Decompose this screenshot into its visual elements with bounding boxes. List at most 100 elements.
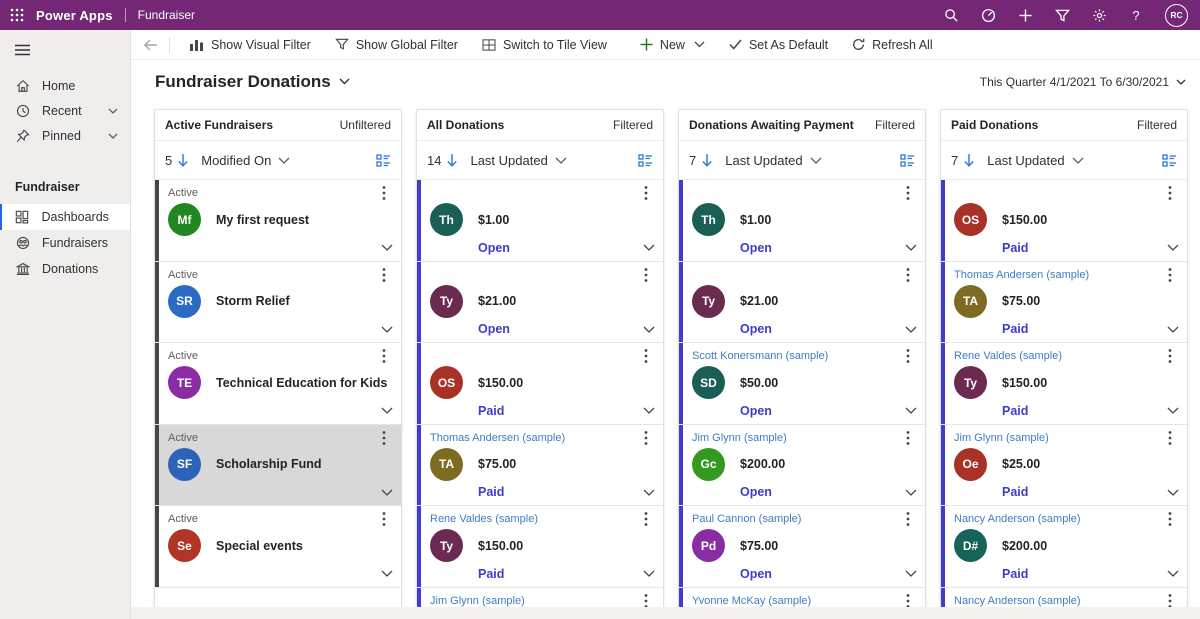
payment-status-link[interactable]: Paid (478, 404, 504, 418)
payment-status-link[interactable]: Open (478, 322, 510, 336)
card-view-selector-icon[interactable] (900, 154, 915, 167)
payment-status-link[interactable]: Open (740, 241, 772, 255)
chevron-down-icon[interactable] (381, 570, 393, 577)
payment-status-link[interactable]: Open (740, 322, 772, 336)
chevron-down-icon[interactable] (810, 157, 822, 164)
card[interactable]: Thomas Andersen (sample)TA$75.00Paid (941, 262, 1187, 344)
sort-field-selector[interactable]: Last Updated (987, 153, 1064, 168)
donor-name-link[interactable]: Thomas Andersen (sample) (954, 269, 1089, 281)
chevron-down-icon[interactable] (1072, 157, 1084, 164)
kebab-menu-icon[interactable] (635, 184, 657, 202)
donor-name-link[interactable]: Jim Glynn (sample) (430, 595, 525, 607)
donor-name-link[interactable]: Scott Konersmann (sample) (692, 350, 828, 362)
settings-gear-icon[interactable] (1091, 7, 1107, 23)
chevron-down-icon[interactable] (694, 41, 705, 48)
kebab-menu-icon[interactable] (635, 347, 657, 365)
chevron-down-icon[interactable] (1167, 244, 1179, 251)
switch-to-tile-view-button[interactable]: Switch to Tile View (470, 30, 628, 59)
kebab-menu-icon[interactable] (897, 266, 919, 284)
payment-status-link[interactable]: Paid (478, 485, 504, 499)
card[interactable]: ActiveMfMy first request (155, 180, 401, 262)
kebab-menu-icon[interactable] (1159, 429, 1181, 447)
kebab-menu-icon[interactable] (897, 510, 919, 528)
kebab-menu-icon[interactable] (635, 266, 657, 284)
kebab-menu-icon[interactable] (373, 184, 395, 202)
chevron-down-icon[interactable] (1167, 326, 1179, 333)
new-button[interactable]: New (628, 30, 717, 59)
sidebar-item-donations[interactable]: Donations (0, 256, 130, 282)
panel-filter-state[interactable]: Filtered (1137, 118, 1177, 132)
set-as-default-button[interactable]: Set As Default (717, 30, 840, 59)
card[interactable]: Paul Cannon (sample)Pd$75.00Open (679, 506, 925, 588)
card[interactable]: ActiveSRStorm Relief (155, 262, 401, 344)
page-title[interactable]: Fundraiser Donations (155, 72, 350, 92)
chevron-down-icon[interactable] (643, 570, 655, 577)
panel-filter-state[interactable]: Unfiltered (340, 118, 391, 132)
chevron-down-icon[interactable] (108, 108, 118, 114)
sidebar-item-dashboards[interactable]: Dashboards (0, 204, 130, 230)
sidebar-item-fundraisers[interactable]: Fundraisers (0, 230, 130, 256)
kebab-menu-icon[interactable] (897, 347, 919, 365)
sort-direction-icon[interactable] (177, 153, 189, 167)
card[interactable]: Nancy Anderson (sample) (941, 588, 1187, 608)
sidebar-item-pinned[interactable]: Pinned (0, 123, 130, 148)
payment-status-link[interactable]: Paid (1002, 241, 1028, 255)
payment-status-link[interactable]: Paid (1002, 485, 1028, 499)
card[interactable]: Ty$21.00Open (679, 262, 925, 344)
sidebar-item-recent[interactable]: Recent (0, 98, 130, 123)
time-range-selector[interactable]: This Quarter 4/1/2021 To 6/30/2021 (980, 75, 1186, 89)
kebab-menu-icon[interactable] (897, 592, 919, 608)
sort-field-selector[interactable]: Last Updated (725, 153, 802, 168)
user-avatar[interactable]: RC (1165, 4, 1188, 27)
brand-logo-text[interactable]: Power Apps (36, 8, 113, 23)
chevron-down-icon[interactable] (905, 407, 917, 414)
sort-field-selector[interactable]: Modified On (201, 153, 271, 168)
card-view-selector-icon[interactable] (376, 154, 391, 167)
show-global-filter-button[interactable]: Show Global Filter (323, 30, 470, 59)
show-visual-filter-button[interactable]: Show Visual Filter (178, 30, 323, 59)
payment-status-link[interactable]: Open (740, 485, 772, 499)
card[interactable]: Jim Glynn (sample) (417, 588, 663, 608)
card[interactable]: ActiveTETechnical Education for Kids (155, 343, 401, 425)
kebab-menu-icon[interactable] (1159, 592, 1181, 608)
card[interactable]: Jim Glynn (sample)Oe$25.00Paid (941, 425, 1187, 507)
donor-name-link[interactable]: Nancy Anderson (sample) (954, 513, 1081, 525)
donor-name-link[interactable]: Jim Glynn (sample) (954, 432, 1049, 444)
quick-create-plus-icon[interactable] (1017, 7, 1033, 23)
kebab-menu-icon[interactable] (1159, 347, 1181, 365)
card-view-selector-icon[interactable] (638, 154, 653, 167)
compass-icon[interactable] (980, 7, 996, 23)
sort-field-selector[interactable]: Last Updated (470, 153, 547, 168)
donor-name-link[interactable]: Rene Valdes (sample) (430, 513, 538, 525)
chevron-down-icon[interactable] (278, 157, 290, 164)
card[interactable]: ActiveSFScholarship Fund (155, 425, 401, 507)
help-icon[interactable]: ? (1128, 7, 1144, 23)
payment-status-link[interactable]: Paid (478, 567, 504, 581)
chevron-down-icon[interactable] (108, 133, 118, 139)
chevron-down-icon[interactable] (1167, 407, 1179, 414)
chevron-down-icon[interactable] (1167, 489, 1179, 496)
search-icon[interactable] (943, 7, 959, 23)
donor-name-link[interactable]: Jim Glynn (sample) (692, 432, 787, 444)
horizontal-scrollbar[interactable] (131, 607, 1200, 619)
kebab-menu-icon[interactable] (1159, 266, 1181, 284)
card[interactable]: ActiveSeSpecial events (155, 506, 401, 588)
chevron-down-icon[interactable] (555, 157, 567, 164)
back-arrow-icon[interactable] (137, 39, 165, 51)
chevron-down-icon[interactable] (643, 407, 655, 414)
card[interactable]: Thomas Andersen (sample)TA$75.00Paid (417, 425, 663, 507)
payment-status-link[interactable]: Open (740, 567, 772, 581)
panel-filter-state[interactable]: Filtered (875, 118, 915, 132)
kebab-menu-icon[interactable] (897, 429, 919, 447)
kebab-menu-icon[interactable] (635, 510, 657, 528)
app-name[interactable]: Fundraiser (138, 8, 195, 22)
donor-name-link[interactable]: Paul Cannon (sample) (692, 513, 801, 525)
card[interactable]: Th$1.00Open (679, 180, 925, 262)
chevron-down-icon[interactable] (905, 244, 917, 251)
kebab-menu-icon[interactable] (1159, 510, 1181, 528)
donor-name-link[interactable]: Nancy Anderson (sample) (954, 595, 1081, 607)
chevron-down-icon[interactable] (1167, 570, 1179, 577)
card[interactable]: Ty$21.00Open (417, 262, 663, 344)
card[interactable]: Scott Konersmann (sample)SD$50.00Open (679, 343, 925, 425)
donor-name-link[interactable]: Thomas Andersen (sample) (430, 432, 565, 444)
